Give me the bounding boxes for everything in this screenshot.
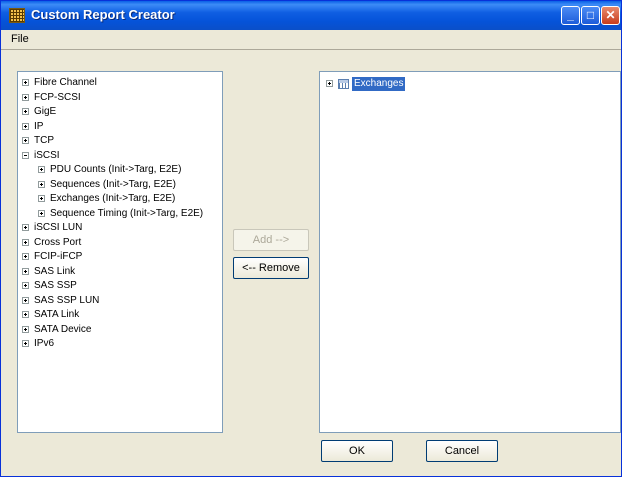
tree-item-label: IP	[34, 120, 44, 132]
cancel-button[interactable]: Cancel	[426, 440, 498, 462]
table-icon	[338, 79, 349, 89]
tree-item-label: IPv6	[34, 338, 55, 349]
app-icon	[9, 8, 25, 23]
expand-icon[interactable]	[22, 267, 29, 275]
title-bar[interactable]: Custom Report Creator _ □ ✕	[1, 1, 621, 30]
menu-file[interactable]: File	[11, 33, 29, 45]
expand-icon[interactable]	[22, 311, 29, 318]
expand-icon[interactable]	[326, 80, 333, 87]
menu-divider	[1, 49, 621, 50]
expand-icon[interactable]	[22, 296, 29, 304]
expand-icon[interactable]	[38, 180, 45, 188]
expand-icon[interactable]	[38, 209, 45, 217]
ok-button[interactable]: OK	[321, 440, 393, 462]
tree-item-label: PDU Counts (Init->Targ, E2E)	[50, 164, 182, 175]
close-button[interactable]: ✕	[601, 6, 620, 25]
tree-item-label: SAS SSP	[34, 280, 77, 291]
maximize-button[interactable]: □	[581, 6, 600, 25]
remove-button[interactable]: <-- Remove	[233, 257, 309, 279]
expand-icon[interactable]	[22, 325, 29, 333]
tree-item-label: SAS Link	[34, 265, 76, 277]
selected-reports-tree[interactable]: Exchanges	[319, 71, 621, 433]
add-button[interactable]: Add -->	[233, 229, 309, 251]
tree-item-label: TCP	[34, 135, 54, 146]
tree-item-label: FCIP-iFCP	[34, 251, 83, 262]
expand-icon[interactable]	[22, 79, 29, 86]
expand-icon[interactable]	[22, 122, 29, 130]
tree-item-label: Sequence Timing (Init->Targ, E2E)	[50, 207, 204, 219]
custom-report-creator-window: Custom Report Creator _ □ ✕ File Fibre C…	[0, 0, 622, 477]
tree-item-label: iSCSI	[34, 149, 60, 161]
tree-item-label: Exchanges	[352, 77, 406, 91]
window-title: Custom Report Creator	[31, 7, 175, 22]
expand-icon[interactable]	[22, 224, 29, 231]
expand-icon[interactable]	[22, 108, 29, 115]
expand-icon[interactable]	[22, 282, 29, 289]
collapse-icon[interactable]	[22, 151, 29, 159]
menu-bar: File	[1, 30, 621, 49]
expand-icon[interactable]	[22, 137, 29, 144]
expand-icon[interactable]	[22, 340, 29, 347]
tree-item-label: SATA Device	[34, 323, 92, 335]
tree-item-label: Fibre Channel	[34, 77, 97, 88]
tree-item-label: SAS SSP LUN	[34, 294, 100, 306]
tree-item-label: Exchanges (Init->Targ, E2E)	[50, 193, 176, 204]
tree-item-label: SATA Link	[34, 309, 80, 320]
tree-item-label: iSCSI LUN	[34, 222, 83, 233]
available-reports-tree[interactable]: Fibre Channel FCP-SCSI GigE IP TCP iSCSI PDU C…	[17, 71, 223, 433]
expand-icon[interactable]	[22, 93, 29, 101]
tree-item-label: Cross Port	[34, 236, 82, 248]
minimize-button[interactable]: _	[561, 6, 580, 25]
tree-item-label: Sequences (Init->Targ, E2E)	[50, 178, 176, 190]
expand-icon[interactable]	[38, 195, 45, 202]
expand-icon[interactable]	[22, 253, 29, 260]
expand-icon[interactable]	[38, 166, 45, 173]
tree-item-label: FCP-SCSI	[34, 91, 81, 103]
expand-icon[interactable]	[22, 238, 29, 246]
tree-item-label: GigE	[34, 106, 57, 117]
